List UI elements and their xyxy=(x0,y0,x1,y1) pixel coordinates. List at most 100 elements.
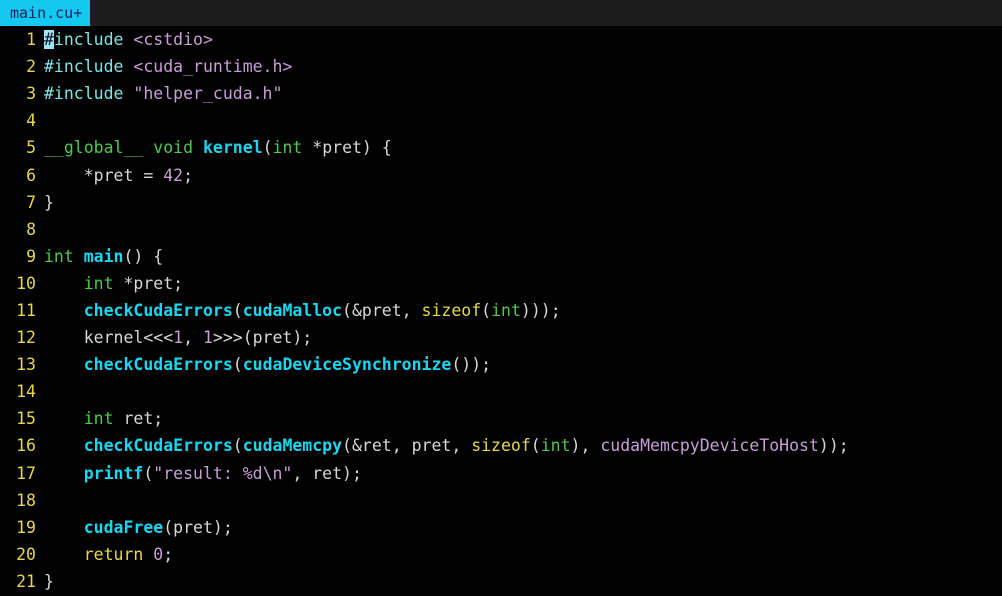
line-number: 18 xyxy=(16,490,36,510)
line-number: 7 xyxy=(26,192,36,212)
line-content[interactable]: int *pret; xyxy=(36,274,1002,293)
line-number: 21 xyxy=(16,571,36,591)
code-token: >>>(pret); xyxy=(212,328,313,348)
code-line[interactable]: 9 int main() { xyxy=(0,243,1002,270)
code-token: ( xyxy=(481,300,492,320)
code-line[interactable]: 4 xyxy=(0,107,1002,134)
code-line[interactable]: 16 checkCudaErrors(cudaMemcpy(&ret, pret… xyxy=(0,432,1002,459)
code-token: ; xyxy=(183,165,194,185)
code-token: "helper_cuda.h" xyxy=(133,84,283,104)
line-number: 6 xyxy=(26,165,36,185)
line-content[interactable]: printf("result: %d\n", ret); xyxy=(36,464,1002,483)
line-content[interactable]: #include "helper_cuda.h" xyxy=(36,84,1002,103)
tab-bar-empty-area xyxy=(90,0,1002,26)
line-number: 4 xyxy=(26,111,36,131)
code-line[interactable]: 20 return 0; xyxy=(0,541,1002,568)
code-token: cudaMemcpyDeviceToHost xyxy=(600,436,819,456)
line-number: 3 xyxy=(26,84,36,104)
code-token: 1 xyxy=(173,328,184,348)
code-line[interactable]: 8 xyxy=(0,216,1002,243)
code-token: *pret; xyxy=(113,273,184,293)
line-number: 10 xyxy=(16,273,36,293)
code-line[interactable]: 11 checkCudaErrors(cudaMalloc(&pret, siz… xyxy=(0,297,1002,324)
code-token: ( xyxy=(232,300,243,320)
code-token: cudaFree xyxy=(83,517,164,537)
code-token: __global__ xyxy=(44,138,144,158)
code-line[interactable]: 2 #include <cuda_runtime.h> xyxy=(0,53,1002,80)
code-line[interactable]: 12 kernel<<<1, 1>>>(pret); xyxy=(0,324,1002,351)
line-number: 14 xyxy=(16,382,36,402)
code-token: *pret) { xyxy=(302,138,392,158)
line-content[interactable]: *pret = 42; xyxy=(36,166,1002,185)
line-number: 19 xyxy=(16,517,36,537)
code-token: int xyxy=(44,246,74,266)
code-line[interactable]: 21} xyxy=(0,568,1002,595)
code-line[interactable]: 15 int ret; xyxy=(0,405,1002,432)
code-token: ( xyxy=(530,436,541,456)
code-token: sizeof xyxy=(471,436,531,456)
code-token: #include xyxy=(44,84,124,104)
line-content[interactable]: } xyxy=(36,193,1002,212)
code-line[interactable]: 3 #include "helper_cuda.h" xyxy=(0,80,1002,107)
line-number: 1 xyxy=(26,30,36,50)
code-token: ()); xyxy=(451,355,492,375)
line-content[interactable]: #include <cstdio> xyxy=(36,30,1002,50)
line-content[interactable]: cudaFree(pret); xyxy=(36,518,1002,537)
code-token: 42 xyxy=(163,165,184,185)
code-token: "result: %d\n" xyxy=(153,463,293,483)
editor-tab[interactable]: main.cu+ xyxy=(0,0,91,26)
line-content[interactable]: int main() { xyxy=(36,247,1002,266)
code-line[interactable]: 14 xyxy=(0,378,1002,405)
line-content[interactable]: __global__ void kernel(int *pret) { xyxy=(36,138,1002,157)
line-content[interactable]: checkCudaErrors(cudaMalloc(&pret, sizeof… xyxy=(36,301,1002,320)
code-token: ( xyxy=(232,436,243,456)
code-line[interactable]: 10 int *pret; xyxy=(0,270,1002,297)
code-line[interactable]: 17 printf("result: %d\n", ret); xyxy=(0,460,1002,487)
code-token: () { xyxy=(123,246,164,266)
code-line[interactable]: 1 #include <cstdio> xyxy=(0,26,1002,53)
line-content[interactable]: int ret; xyxy=(36,409,1002,428)
code-line[interactable]: 18 xyxy=(0,487,1002,514)
line-number: 8 xyxy=(26,219,36,239)
code-line[interactable]: 6 *pret = 42; xyxy=(0,161,1002,188)
code-token: <cstdio> xyxy=(133,30,213,50)
line-number: 2 xyxy=(26,57,36,77)
line-number: 11 xyxy=(16,300,36,320)
code-token: kernel xyxy=(202,138,263,158)
code-token: (pret); xyxy=(163,517,233,537)
code-token: ret; xyxy=(113,409,164,429)
code-editor[interactable]: 1 #include <cstdio> 2 #include <cuda_runtim… xyxy=(0,26,1002,596)
line-content[interactable]: #include <cuda_runtime.h> xyxy=(36,57,1002,76)
line-content[interactable]: } xyxy=(36,572,1002,591)
line-content[interactable]: checkCudaErrors(cudaMemcpy(&ret, pret, s… xyxy=(36,436,1002,455)
line-content[interactable]: kernel<<<1, 1>>>(pret); xyxy=(36,328,1002,347)
code-token: kernel<<< xyxy=(44,328,174,348)
code-line[interactable]: 7} xyxy=(0,189,1002,216)
line-content[interactable]: checkCudaErrors(cudaDeviceSynchronize())… xyxy=(36,355,1002,374)
code-token: include xyxy=(53,30,124,50)
code-token: } xyxy=(44,571,54,591)
code-token: checkCudaErrors xyxy=(83,355,233,375)
code-line-list: 1 #include <cstdio> 2 #include <cuda_runtim… xyxy=(0,26,1002,595)
code-line[interactable]: 19 cudaFree(pret); xyxy=(0,514,1002,541)
code-token: #include xyxy=(44,57,124,77)
code-token: int xyxy=(83,273,114,293)
line-content[interactable]: return 0; xyxy=(36,545,1002,564)
code-token: int xyxy=(540,436,571,456)
code-token: 1 xyxy=(202,328,213,348)
code-line[interactable]: 13 checkCudaErrors(cudaDeviceSynchronize… xyxy=(0,351,1002,378)
tab-bar: main.cu+ xyxy=(0,0,1002,26)
code-line[interactable]: 5 __global__ void kernel(int *pret) { xyxy=(0,134,1002,161)
code-token: ( xyxy=(262,138,273,158)
line-number: 16 xyxy=(16,436,36,456)
code-token: cudaMalloc xyxy=(242,300,343,320)
code-token: printf xyxy=(83,463,144,483)
code-token: sizeof xyxy=(421,300,482,320)
